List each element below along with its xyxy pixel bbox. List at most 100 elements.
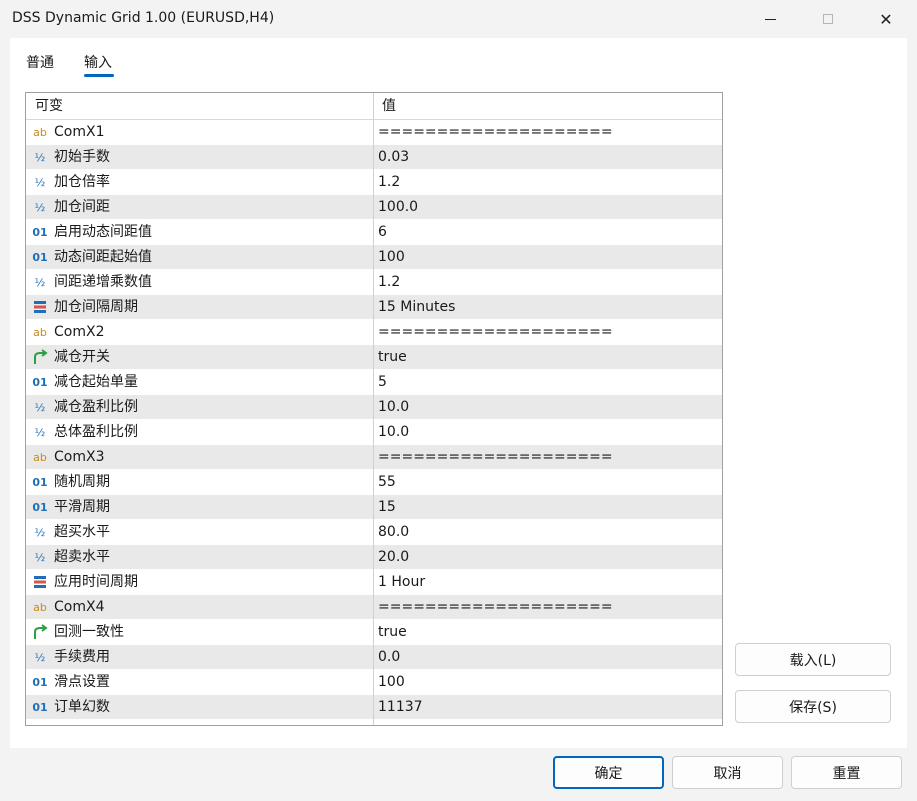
row-value[interactable]: 15 Minutes <box>378 295 455 320</box>
title-bar: DSS Dynamic Grid 1.00 (EURUSD,H4) ✕ <box>0 0 917 38</box>
table-row[interactable]: ½ 间距递增乘数值 1.2 <box>26 270 722 295</box>
maximize-icon <box>823 14 833 24</box>
row-value[interactable]: 20.0 <box>378 545 409 570</box>
row-value[interactable]: 1.2 <box>378 170 400 195</box>
table-row[interactable]: 回测一致性 true <box>26 620 722 645</box>
fraction-icon: ½ <box>34 175 46 189</box>
table-row[interactable]: 01 平滑周期 15 <box>26 495 722 520</box>
row-value[interactable]: true <box>378 345 407 370</box>
reset-button[interactable]: 重置 <box>791 756 902 789</box>
table-row[interactable]: 01 订单幻数 11137 <box>26 695 722 720</box>
table-row[interactable]: ab ComX4 ==================== <box>26 595 722 620</box>
row-value[interactable]: 0.03 <box>378 145 409 170</box>
table-row[interactable]: ½ 初始手数 0.03 <box>26 145 722 170</box>
fraction-icon: ½ <box>34 150 46 164</box>
cancel-button[interactable]: 取消 <box>672 756 783 789</box>
row-name: 超卖水平 <box>54 549 110 565</box>
integer-icon: 01 <box>32 700 48 714</box>
row-value[interactable]: 80.0 <box>378 520 409 545</box>
row-value[interactable]: 15 <box>378 495 396 520</box>
row-value[interactable]: 100.0 <box>378 195 418 220</box>
row-name: 初始手数 <box>54 149 110 165</box>
inputs-grid: 可变 值 ab ComX1 ==================== ½ 初始手数 0.0… <box>25 92 723 726</box>
tab-common[interactable]: 普通 <box>26 52 54 72</box>
row-name: 加仓间隔周期 <box>54 299 138 315</box>
column-divider[interactable] <box>373 93 374 725</box>
ab-icon: ab <box>33 325 47 339</box>
row-value[interactable]: 100 <box>378 670 405 695</box>
table-row[interactable]: 应用时间周期 1 Hour <box>26 570 722 595</box>
save-button[interactable]: 保存(S) <box>735 690 891 723</box>
row-name: ComX2 <box>54 324 105 340</box>
table-row[interactable]: 加仓间隔周期 15 Minutes <box>26 295 722 320</box>
window-title: DSS Dynamic Grid 1.00 (EURUSD,H4) <box>12 10 275 26</box>
row-name: 减仓开关 <box>54 349 110 365</box>
row-value[interactable]: 0.0 <box>378 645 400 670</box>
grid-rows: ab ComX1 ==================== ½ 初始手数 0.03 ½ 加仓倍… <box>26 120 722 720</box>
table-row[interactable]: ½ 减仓盈利比例 10.0 <box>26 395 722 420</box>
table-row[interactable]: ab ComX3 ==================== <box>26 445 722 470</box>
row-value[interactable]: ==================== <box>378 445 613 470</box>
table-row[interactable]: 01 启用动态间距值 6 <box>26 220 722 245</box>
fraction-icon: ½ <box>34 525 46 539</box>
row-value[interactable]: 1.2 <box>378 270 400 295</box>
bool-icon <box>31 348 49 366</box>
table-row[interactable]: 01 滑点设置 100 <box>26 670 722 695</box>
tab-inputs[interactable]: 输入 <box>84 52 112 72</box>
header-value[interactable]: 值 <box>382 93 396 120</box>
row-value[interactable]: 6 <box>378 220 387 245</box>
row-value[interactable]: 100 <box>378 245 405 270</box>
enum-icon <box>31 298 49 316</box>
table-row[interactable]: ½ 总体盈利比例 10.0 <box>26 420 722 445</box>
ab-icon: ab <box>33 450 47 464</box>
row-name: 加仓间距 <box>54 199 110 215</box>
fraction-icon: ½ <box>34 650 46 664</box>
row-name: 应用时间周期 <box>54 574 138 590</box>
table-row[interactable]: ½ 手续费用 0.0 <box>26 645 722 670</box>
row-value[interactable]: 11137 <box>378 695 423 720</box>
minimize-button[interactable] <box>741 0 799 38</box>
row-value[interactable]: ==================== <box>378 120 613 145</box>
table-row[interactable]: 01 随机周期 55 <box>26 470 722 495</box>
row-value[interactable]: true <box>378 620 407 645</box>
row-value[interactable]: ==================== <box>378 320 613 345</box>
row-name: 减仓盈利比例 <box>54 399 138 415</box>
table-row[interactable]: ½ 加仓间距 100.0 <box>26 195 722 220</box>
row-name: 平滑周期 <box>54 499 110 515</box>
table-row[interactable]: 01 动态间距起始值 100 <box>26 245 722 270</box>
row-name: ComX3 <box>54 449 105 465</box>
integer-icon: 01 <box>32 375 48 389</box>
row-name: 总体盈利比例 <box>54 424 138 440</box>
table-row[interactable]: ab ComX2 ==================== <box>26 320 722 345</box>
table-row[interactable]: ½ 超卖水平 20.0 <box>26 545 722 570</box>
load-button[interactable]: 载入(L) <box>735 643 891 676</box>
ab-icon: ab <box>33 125 47 139</box>
table-row[interactable]: ½ 超买水平 80.0 <box>26 520 722 545</box>
table-row[interactable]: ab ComX1 ==================== <box>26 120 722 145</box>
row-name: 回测一致性 <box>54 624 124 640</box>
table-row[interactable]: 减仓开关 true <box>26 345 722 370</box>
row-name: 订单幻数 <box>54 699 110 715</box>
row-value[interactable]: ==================== <box>378 595 613 620</box>
row-name: ComX1 <box>54 124 105 140</box>
header-variable[interactable]: 可变 <box>35 93 63 120</box>
fraction-icon: ½ <box>34 550 46 564</box>
close-button[interactable]: ✕ <box>857 0 915 38</box>
bool-icon <box>31 623 49 641</box>
integer-icon: 01 <box>32 500 48 514</box>
table-row[interactable]: 01 减仓起始单量 5 <box>26 370 722 395</box>
integer-icon: 01 <box>32 475 48 489</box>
row-name: 手续费用 <box>54 649 110 665</box>
row-value[interactable]: 55 <box>378 470 396 495</box>
row-value[interactable]: 1 Hour <box>378 570 425 595</box>
table-row[interactable]: ½ 加仓倍率 1.2 <box>26 170 722 195</box>
ok-button[interactable]: 确定 <box>553 756 664 789</box>
fraction-icon: ½ <box>34 425 46 439</box>
row-value[interactable]: 10.0 <box>378 420 409 445</box>
row-value[interactable]: 10.0 <box>378 395 409 420</box>
row-name: 滑点设置 <box>54 674 110 690</box>
row-name: 动态间距起始值 <box>54 249 152 265</box>
row-value[interactable]: 5 <box>378 370 387 395</box>
row-name: 超买水平 <box>54 524 110 540</box>
fraction-icon: ½ <box>34 200 46 214</box>
